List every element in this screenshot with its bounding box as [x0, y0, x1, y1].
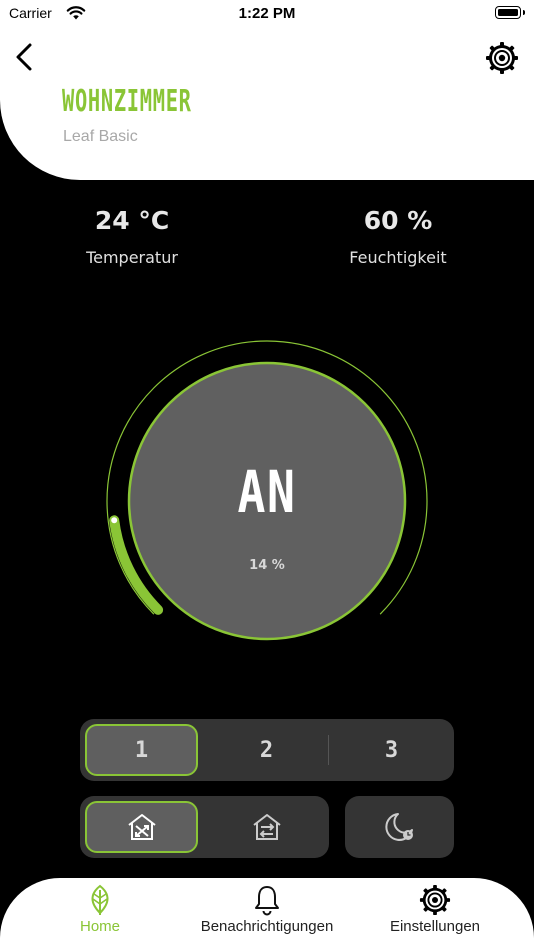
mode-crossflow-button[interactable]: [85, 801, 198, 853]
mode-exchange-button[interactable]: [210, 801, 323, 853]
chevron-left-icon: [16, 43, 32, 71]
level-percentage: 14 %: [249, 558, 285, 573]
power-state-label: AN: [237, 458, 297, 526]
level-knob: [111, 517, 118, 524]
speed-option-3[interactable]: 3: [335, 724, 448, 776]
speed-option-1[interactable]: 1: [85, 724, 198, 776]
house-crossflow-icon: [127, 814, 156, 840]
tab-home[interactable]: Home: [60, 884, 140, 935]
leaf-icon: [91, 884, 109, 915]
back-button[interactable]: [10, 42, 40, 72]
device-model: Leaf Basic: [63, 128, 138, 145]
humidity-label: Feuchtigkeit: [349, 248, 447, 267]
room-header: WOHNZIMMER Leaf Basic: [0, 28, 534, 180]
tab-home-label: Home: [79, 918, 120, 935]
power-dial[interactable]: AN 14 %: [100, 334, 434, 668]
gear-icon: [419, 884, 451, 916]
tab-settings[interactable]: Einstellungen: [376, 884, 494, 935]
settings-button[interactable]: [485, 41, 519, 75]
mode-selector: [80, 796, 329, 858]
night-mode-button[interactable]: [345, 796, 454, 858]
temperature-value: 24 °C: [94, 206, 170, 235]
speed-divider: [328, 735, 329, 765]
battery-icon: [495, 6, 525, 19]
room-title: WOHNZIMMER: [62, 84, 192, 119]
bell-icon: [255, 886, 279, 916]
speed-selector: 1 2 3: [80, 719, 454, 781]
status-time: 1:22 PM: [238, 5, 296, 22]
temperature-label: Temperatur: [86, 248, 178, 267]
tab-notifications-label: Benachrichtigungen: [200, 918, 334, 935]
tab-settings-label: Einstellungen: [389, 918, 481, 935]
speed-option-2[interactable]: 2: [210, 724, 323, 776]
gear-icon: [486, 42, 518, 74]
status-bar: Carrier 1:22 PM: [0, 0, 534, 28]
tab-notifications[interactable]: Benachrichtigungen: [187, 884, 347, 935]
moon-clock-icon: [384, 813, 413, 841]
house-exchange-icon: [252, 814, 281, 840]
tab-bar: Home Benachrichtigungen Einstellungen: [0, 878, 534, 950]
humidity-value: 60 %: [363, 206, 433, 235]
